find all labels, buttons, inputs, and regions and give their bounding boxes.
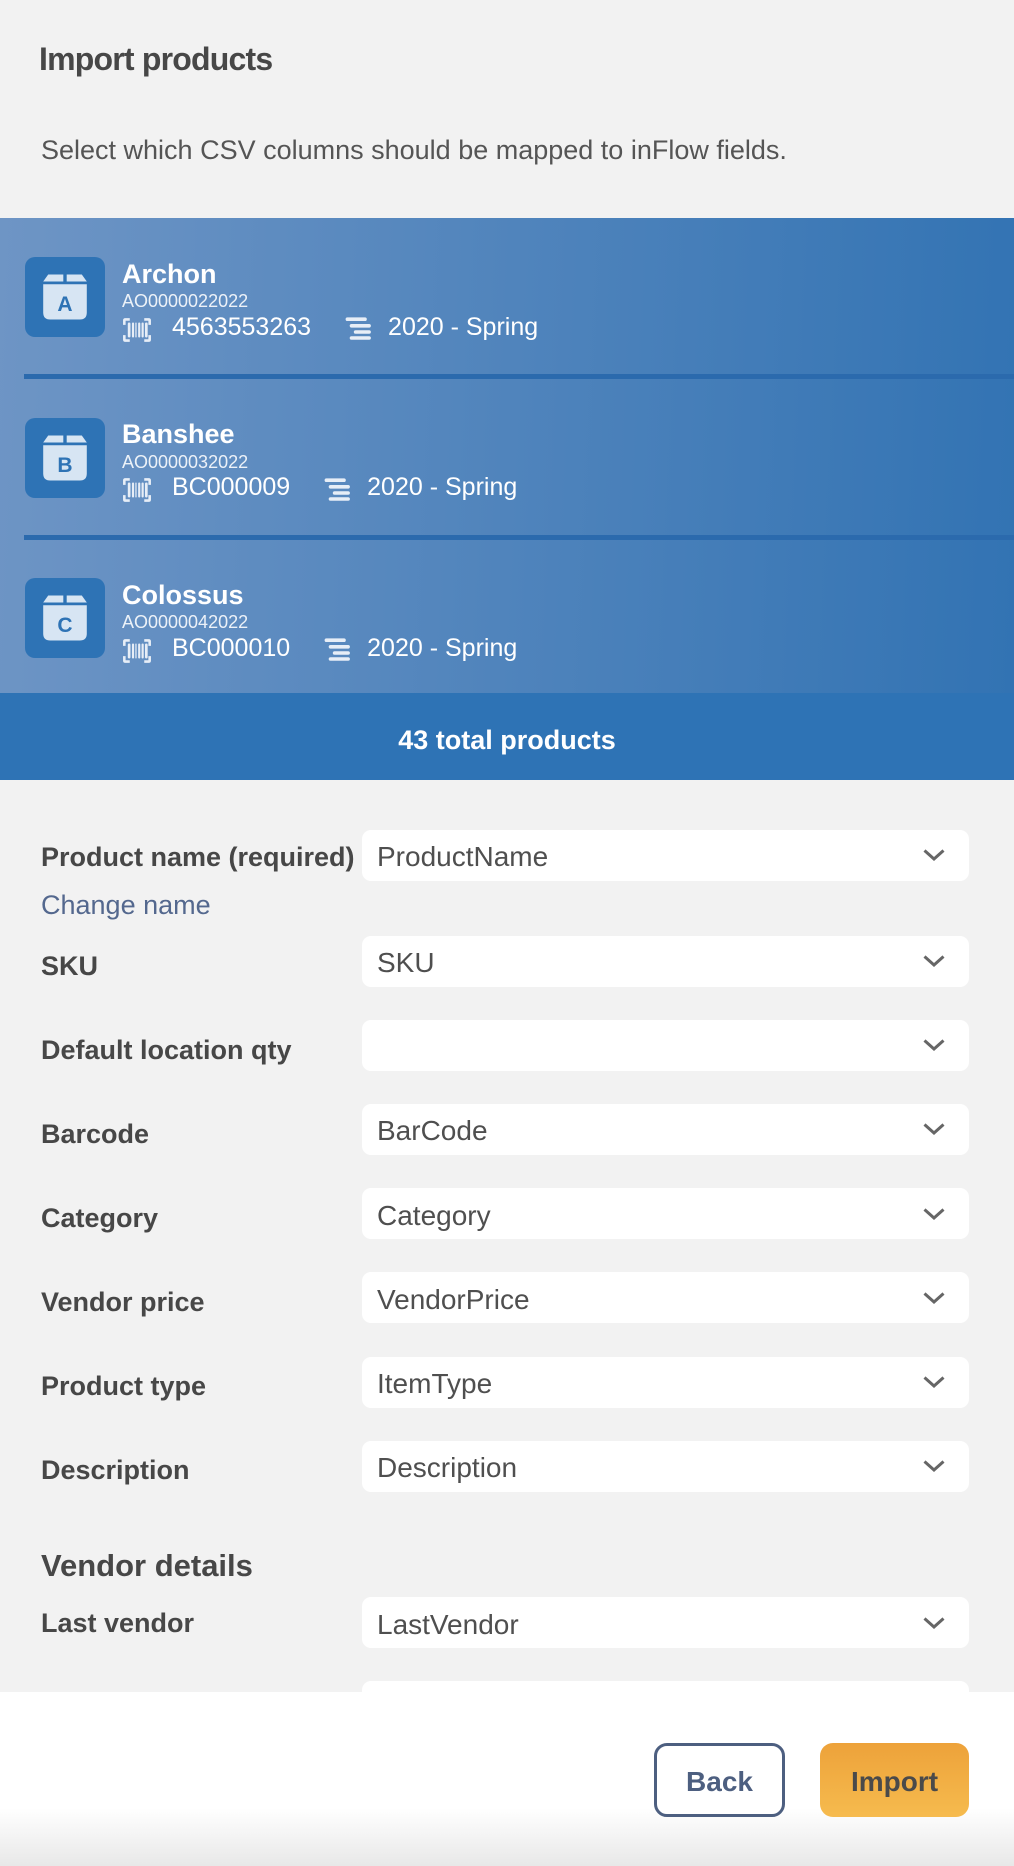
svg-text:A: A	[57, 293, 72, 316]
svg-text:C: C	[57, 614, 72, 637]
svg-text:B: B	[57, 454, 72, 477]
